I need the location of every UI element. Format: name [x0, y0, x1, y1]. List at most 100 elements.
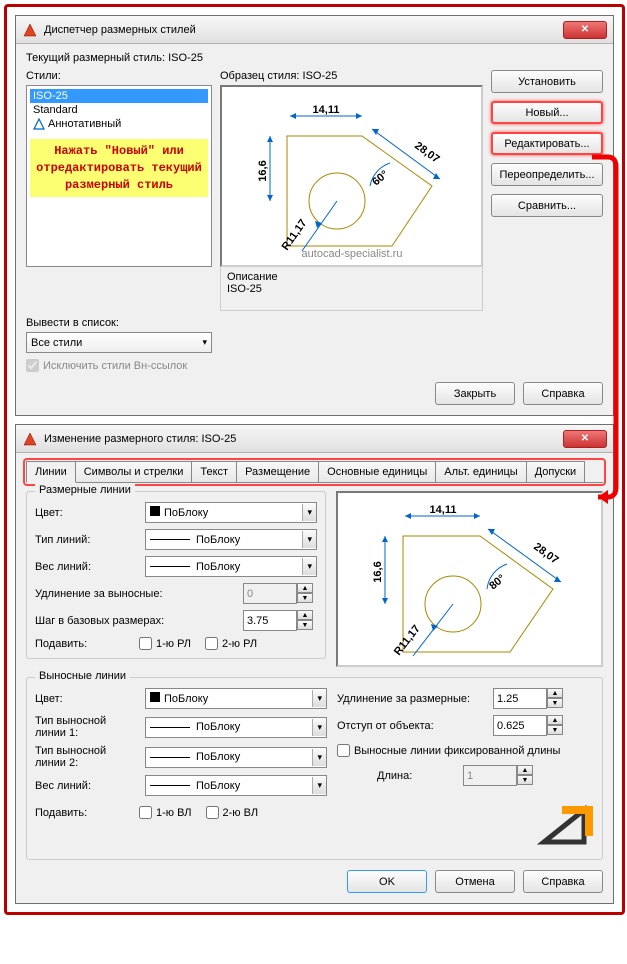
ok-button[interactable]: OK: [347, 870, 427, 893]
tab-text[interactable]: Текст: [191, 461, 237, 482]
spin-up-icon[interactable]: ▲: [297, 583, 313, 593]
suppress-extline1-checkbox[interactable]: 1-ю ВЛ: [139, 806, 192, 819]
ext-beyond-label: Удлинение за размерные:: [337, 693, 487, 705]
desc-value: ISO-25: [227, 283, 476, 295]
styles-label: Стили:: [26, 70, 212, 82]
suppress-extline2-checkbox[interactable]: 2-ю ВЛ: [206, 806, 259, 819]
extline-lineweight-combo[interactable]: ПоБлоку: [145, 775, 327, 796]
ext-beyond-spinner[interactable]: ▲▼: [493, 688, 567, 709]
svg-text:28,07: 28,07: [531, 541, 560, 567]
svg-text:16,6: 16,6: [257, 160, 269, 181]
dialog-title: Диспетчер размерных стилей: [44, 24, 563, 36]
offset-label: Отступ от объекта:: [337, 720, 487, 732]
extension-lines-group: Выносные линии Цвет: ПоБлоку Тип выносно…: [26, 677, 603, 860]
spin-up-icon[interactable]: ▲: [517, 765, 533, 775]
group-title: Выносные линии: [35, 670, 130, 682]
baseline-spacing-spinner[interactable]: ▲▼: [243, 610, 317, 631]
style-preview: 14,11 16,6 R11,17 60° 28,07 autocad-spec…: [220, 85, 483, 267]
dialog-title: Изменение размерного стиля: ISO-25: [44, 433, 563, 445]
close-icon[interactable]: [563, 21, 607, 39]
preview-label: Образец стиля: ISO-25: [220, 70, 483, 82]
style-preview: 14,11 16,6 R11,17 80° 28,07: [336, 491, 603, 667]
exclude-xref-checkbox: Исключить стили Вн-ссылок: [26, 359, 212, 372]
app-icon: [22, 22, 38, 38]
dimstyle-manager-dialog: Диспетчер размерных стилей Текущий разме…: [15, 15, 614, 416]
desc-label: Описание: [227, 271, 476, 283]
offset-spinner[interactable]: ▲▼: [493, 715, 567, 736]
suppress-dimline2-checkbox[interactable]: 2-ю РЛ: [205, 637, 257, 650]
spin-down-icon[interactable]: ▼: [297, 593, 313, 603]
spin-down-icon[interactable]: ▼: [517, 775, 533, 785]
suppress-label: Подавить:: [35, 807, 125, 819]
suppress-label: Подавить:: [35, 638, 125, 650]
svg-text:14,11: 14,11: [312, 104, 339, 116]
list-item[interactable]: Аннотативный: [30, 117, 208, 131]
spin-down-icon[interactable]: ▼: [547, 725, 563, 735]
svg-text:16,6: 16,6: [372, 561, 384, 582]
tab-tolerances[interactable]: Допуски: [526, 461, 585, 482]
lineweight-label: Вес линий:: [35, 561, 139, 573]
dimline-color-combo[interactable]: ПоБлоку: [145, 502, 317, 523]
help-button[interactable]: Справка: [523, 382, 603, 405]
spin-down-icon[interactable]: ▼: [547, 698, 563, 708]
modify-button[interactable]: Редактировать...: [491, 132, 603, 155]
list-item[interactable]: Standard: [30, 103, 208, 117]
suppress-dimline1-checkbox[interactable]: 1-ю РЛ: [139, 637, 191, 650]
svg-text:14,11: 14,11: [429, 504, 456, 516]
tab-alt-units[interactable]: Альт. единицы: [435, 461, 526, 482]
spin-down-icon[interactable]: ▼: [297, 620, 313, 630]
tab-bar: Линии Символы и стрелки Текст Размещение…: [26, 461, 603, 483]
spin-up-icon[interactable]: ▲: [547, 715, 563, 725]
extend-beyond-spinner[interactable]: ▲▼: [243, 583, 317, 604]
hint-overlay: Нажать "Новый" или отредактировать текущ…: [30, 139, 208, 197]
baseline-spacing-label: Шаг в базовых размерах:: [35, 615, 195, 627]
close-icon[interactable]: [563, 430, 607, 448]
spin-up-icon[interactable]: ▲: [547, 688, 563, 698]
extend-beyond-label: Удлинение за выносные:: [35, 588, 195, 600]
titlebar[interactable]: Изменение размерного стиля: ISO-25: [16, 425, 613, 453]
styles-listbox[interactable]: ISO-25 Standard Аннотативный Нажать "Нов…: [26, 85, 212, 267]
tab-lines[interactable]: Линии: [26, 461, 76, 483]
new-button[interactable]: Новый...: [491, 101, 603, 124]
close-button[interactable]: Закрыть: [435, 382, 515, 405]
set-current-button[interactable]: Установить: [491, 70, 603, 93]
app-icon: [22, 431, 38, 447]
extline1-linetype-combo[interactable]: ПоБлоку: [145, 717, 327, 738]
extline-color-label: Цвет:: [35, 693, 139, 705]
extline-lineweight-label: Вес линий:: [35, 780, 139, 792]
exclude-label: Исключить стили Вн-ссылок: [43, 360, 187, 372]
length-label: Длина:: [377, 770, 457, 782]
svg-text:80°: 80°: [487, 572, 507, 592]
dimension-lines-group: Размерные линии Цвет: ПоБлоку Тип линий:…: [26, 491, 326, 659]
watermark-logo: [337, 802, 594, 851]
group-title: Размерные линии: [35, 484, 135, 496]
help-button[interactable]: Справка: [523, 870, 603, 893]
spin-up-icon[interactable]: ▲: [297, 610, 313, 620]
extline1-linetype-label: Тип выносной линии 1:: [35, 715, 139, 739]
titlebar[interactable]: Диспетчер размерных стилей: [16, 16, 613, 44]
compare-button[interactable]: Сравнить...: [491, 194, 603, 217]
color-label: Цвет:: [35, 507, 139, 519]
svg-text:autocad-specialist.ru: autocad-specialist.ru: [301, 248, 402, 260]
extline-color-combo[interactable]: ПоБлоку: [145, 688, 327, 709]
svg-text:60°: 60°: [370, 168, 390, 188]
dimline-linetype-combo[interactable]: ПоБлоку: [145, 529, 317, 550]
extline2-linetype-combo[interactable]: ПоБлоку: [145, 747, 327, 768]
list-filter-dropdown[interactable]: Все стили: [26, 332, 212, 353]
annotative-icon: [33, 118, 45, 130]
dimline-lineweight-combo[interactable]: ПоБлоку: [145, 556, 317, 577]
fixed-length-checkbox[interactable]: Выносные линии фиксированной длины: [337, 744, 594, 757]
tab-primary-units[interactable]: Основные единицы: [318, 461, 436, 482]
list-item-label: Аннотативный: [48, 118, 121, 130]
svg-text:R11,17: R11,17: [391, 623, 422, 658]
linetype-label: Тип линий:: [35, 534, 139, 546]
list-item[interactable]: ISO-25: [30, 89, 208, 103]
override-button[interactable]: Переопределить...: [491, 163, 603, 186]
cancel-button[interactable]: Отмена: [435, 870, 515, 893]
extline2-linetype-label: Тип выносной линии 2:: [35, 745, 139, 769]
length-spinner[interactable]: ▲▼: [463, 765, 537, 786]
description-box: Описание ISO-25: [220, 267, 483, 311]
tab-symbols[interactable]: Символы и стрелки: [75, 461, 193, 482]
list-filter-label: Вывести в список:: [26, 317, 212, 329]
tab-fit[interactable]: Размещение: [236, 461, 319, 482]
